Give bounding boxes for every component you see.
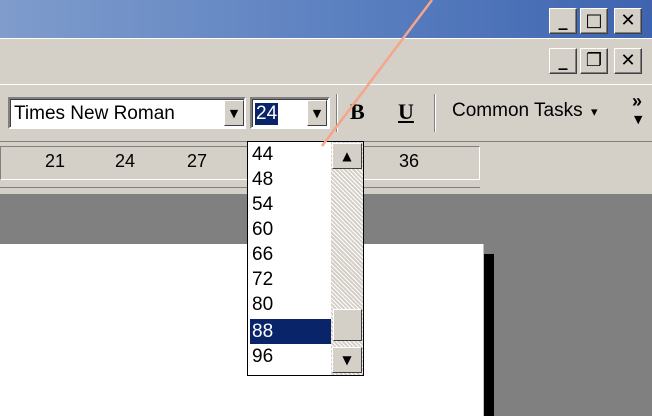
pointer-line xyxy=(321,0,433,147)
annotation-pointer-line xyxy=(321,0,433,147)
